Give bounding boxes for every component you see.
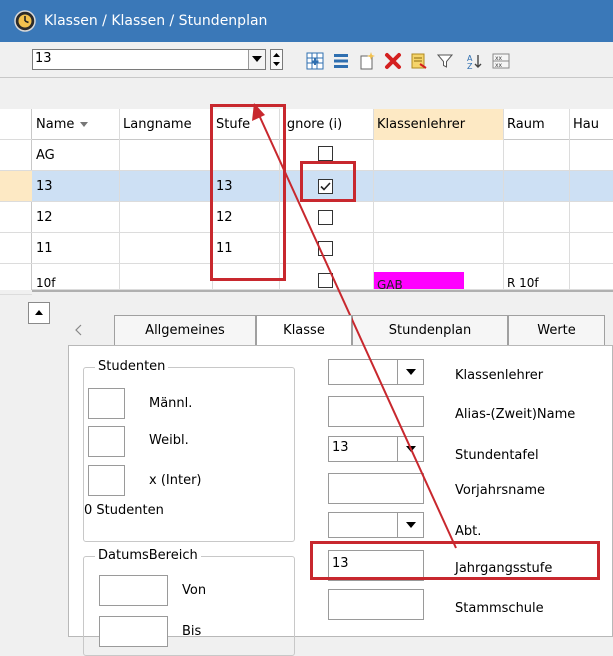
column-header-hau[interactable]: Hau <box>569 109 613 140</box>
row-header[interactable] <box>0 202 32 233</box>
alias-label: Alias-(Zweit)Name <box>455 407 576 422</box>
studenten-count: 0 Studenten <box>84 503 164 518</box>
abt-dropdown-button[interactable] <box>397 513 423 537</box>
tab-strip: Allgemeines Klasse Stundenplan Werte <box>0 315 613 345</box>
combo-dropdown-button[interactable] <box>248 50 265 69</box>
alias-field[interactable] <box>328 396 424 427</box>
inter-label: x (Inter) <box>149 473 202 488</box>
chevron-down-icon <box>405 369 416 375</box>
column-header-klassenlehrer[interactable]: Klassenlehrer <box>373 109 503 140</box>
maennl-label: Männl. <box>149 396 193 411</box>
cell-name: 10f <box>36 276 56 290</box>
cell-name: AG <box>36 148 55 163</box>
svg-text:Z: Z <box>467 62 473 70</box>
column-divider <box>373 109 374 290</box>
chevron-down-icon <box>405 446 416 452</box>
ignore-checkbox[interactable] <box>318 146 333 161</box>
weibl-field[interactable] <box>88 426 125 457</box>
settings-grid-icon[interactable]: xx xx <box>492 52 510 70</box>
column-divider <box>119 109 120 290</box>
stundentafel-select[interactable]: 13 <box>328 436 424 462</box>
column-header-ignore[interactable]: Ignore (i) <box>279 109 373 140</box>
cell-name: 12 <box>36 210 53 225</box>
von-label: Von <box>182 583 207 598</box>
class-select-value: 13 <box>35 51 52 66</box>
ignore-checkbox[interactable] <box>318 241 333 256</box>
highlight-stufe-column <box>210 104 286 281</box>
svg-text:xx: xx <box>495 55 503 62</box>
stammschule-label: Stammschule <box>455 601 544 616</box>
window-title: Klassen / Klassen / Stundenplan <box>44 13 268 29</box>
cell-raum: R 10f <box>507 276 539 290</box>
vorjahrsname-label: Vorjahrsname <box>455 483 545 498</box>
column-header-label: Name <box>36 117 75 132</box>
cell-name: 13 <box>36 179 53 194</box>
studenten-title: Studenten <box>95 359 169 374</box>
klassenlehrer-label: Klassenlehrer <box>455 368 544 383</box>
title-bar: Klassen / Klassen / Stundenplan <box>0 0 613 42</box>
highlight-ignore-checkbox <box>300 161 356 202</box>
toolbar: 13 A Z xx xx <box>0 42 613 78</box>
spin-arrows-icon <box>273 53 280 66</box>
klassenlehrer-select[interactable] <box>328 359 424 385</box>
highlight-jahrgangsstufe <box>310 541 600 580</box>
row-header-current[interactable] <box>0 171 32 202</box>
spin-button[interactable] <box>270 49 283 70</box>
column-divider <box>503 109 504 290</box>
svg-text:xx: xx <box>495 62 503 69</box>
vorjahrsname-field[interactable] <box>328 473 424 504</box>
ignore-checkbox[interactable] <box>318 210 333 225</box>
column-header-langname[interactable]: Langname <box>119 109 212 140</box>
tab-allgemeines[interactable]: Allgemeines <box>114 315 256 345</box>
chevron-down-icon <box>405 522 416 528</box>
column-divider <box>569 109 570 290</box>
grid-add-icon[interactable] <box>306 52 324 70</box>
list-icon[interactable] <box>332 52 350 70</box>
sort-az-icon[interactable]: A Z <box>466 52 484 70</box>
row-header[interactable] <box>0 140 32 171</box>
clock-app-icon <box>14 10 36 32</box>
column-header-raum[interactable]: Raum <box>503 109 569 140</box>
row-header-column <box>0 109 32 295</box>
new-document-icon[interactable] <box>358 52 376 70</box>
abt-label: Abt. <box>455 524 482 539</box>
weibl-label: Weibl. <box>149 433 189 448</box>
report-icon[interactable] <box>410 52 428 70</box>
delete-icon[interactable] <box>384 52 402 70</box>
class-select-combo[interactable]: 13 <box>32 49 266 70</box>
filter-icon[interactable] <box>436 52 454 70</box>
bis-date-field[interactable] <box>99 616 168 647</box>
ignore-checkbox[interactable] <box>318 273 333 288</box>
cell-klassenlehrer: GAB <box>373 272 464 289</box>
chevron-down-icon <box>252 56 262 62</box>
maennl-field[interactable] <box>88 388 125 419</box>
tab-klasse[interactable]: Klasse <box>256 315 352 345</box>
stundentafel-dropdown-button[interactable] <box>397 437 423 461</box>
tab-werte[interactable]: Werte <box>508 315 605 345</box>
row-header[interactable] <box>0 233 32 264</box>
stundentafel-label: Stundentafel <box>455 448 539 463</box>
stammschule-field[interactable] <box>328 589 424 620</box>
klassenlehrer-dropdown-button[interactable] <box>397 360 423 384</box>
von-date-field[interactable] <box>99 575 168 606</box>
tab-stundenplan[interactable]: Stundenplan <box>352 315 508 345</box>
inter-field[interactable] <box>88 465 125 496</box>
row-header[interactable] <box>0 264 32 295</box>
stundentafel-value: 13 <box>332 440 349 455</box>
datumsbereich-title: DatumsBereich <box>95 548 201 563</box>
sort-desc-icon <box>79 122 88 127</box>
tab-panel-klasse: Studenten Männl. Weibl. x (Inter) 0 Stud… <box>68 345 613 656</box>
column-header-name[interactable]: Name <box>32 109 119 140</box>
row-header-corner <box>0 109 32 140</box>
abt-select[interactable] <box>328 512 424 538</box>
cell-name: 11 <box>36 241 53 256</box>
